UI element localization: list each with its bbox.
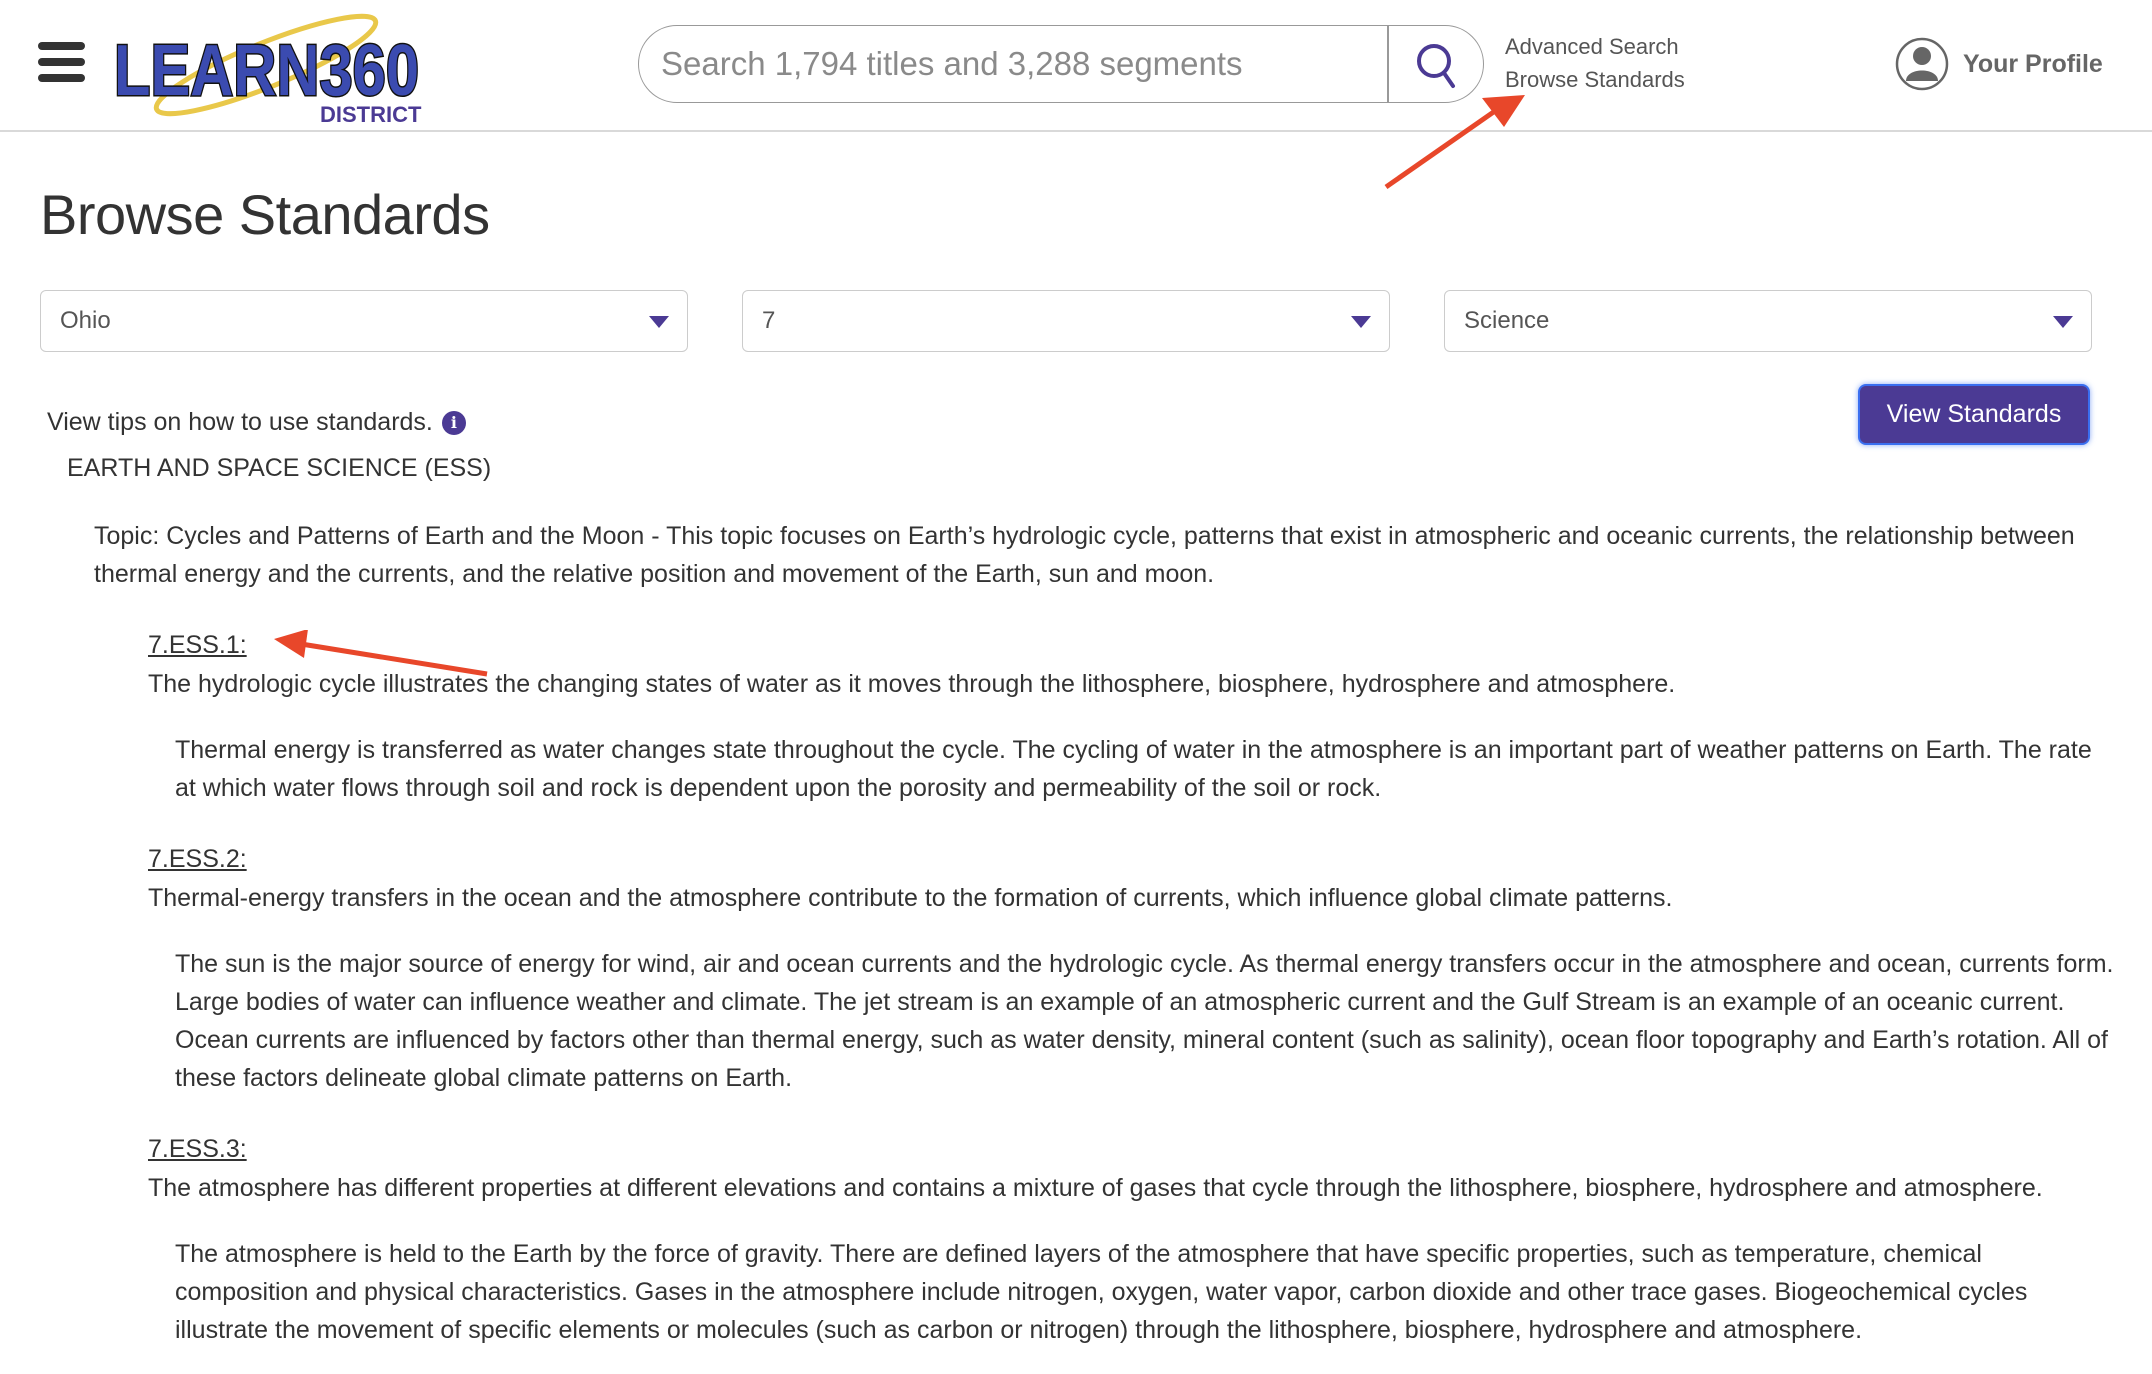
search-input[interactable]	[659, 34, 1323, 94]
strand-heading: EARTH AND SPACE SCIENCE (ESS)	[67, 454, 492, 482]
standard-elaboration: The atmosphere is held to the Earth by t…	[175, 1240, 2028, 1344]
standard-statement: Thermal-energy transfers in the ocean an…	[148, 884, 1673, 912]
search-bar	[638, 25, 1484, 103]
standard-statement: The hydrologic cycle illustrates the cha…	[148, 670, 1676, 698]
standard-code-link[interactable]: 7.ESS.3:	[148, 1130, 247, 1168]
state-select-value: Ohio	[60, 307, 111, 334]
header-links: Advanced Search Browse Standards	[1505, 30, 1685, 96]
advanced-search-link[interactable]: Advanced Search	[1505, 30, 1685, 63]
logo-subtext: DISTRICT	[320, 102, 422, 127]
learn360-logo[interactable]: LEARN360 DISTRICT	[108, 10, 428, 128]
standard-elaboration: Thermal energy is transferred as water c…	[175, 736, 2092, 802]
subject-select-value: Science	[1464, 307, 1550, 334]
standard-item: 7.ESS.2: Thermal-energy transfers in the…	[148, 840, 2128, 1097]
info-icon[interactable]: i	[441, 410, 466, 435]
logo-text: LEARN360	[114, 31, 419, 111]
chevron-down-icon	[2053, 316, 2073, 328]
standard-elaboration: The sun is the major source of energy fo…	[175, 950, 2114, 1092]
grade-select[interactable]: 7	[742, 290, 1390, 352]
standard-code-link[interactable]: 7.ESS.1:	[148, 626, 247, 664]
standard-statement: The atmosphere has different properties …	[148, 1174, 2043, 1202]
subject-select[interactable]: Science	[1444, 290, 2092, 352]
tips-link[interactable]: View tips on how to use standards. i	[47, 408, 466, 437]
browse-standards-link[interactable]: Browse Standards	[1505, 63, 1685, 96]
profile-button[interactable]: Your Profile	[1895, 37, 2103, 91]
standard-item: 7.ESS.1: The hydrologic cycle illustrate…	[148, 626, 2128, 807]
view-standards-button[interactable]: View Standards	[1860, 386, 2088, 443]
state-select[interactable]: Ohio	[40, 290, 688, 352]
topic-description: Topic: Cycles and Patterns of Earth and …	[94, 522, 2075, 588]
standard-code-link[interactable]: 7.ESS.2:	[148, 840, 247, 878]
hamburger-menu-icon[interactable]	[38, 42, 86, 82]
search-icon	[1417, 44, 1455, 88]
grade-select-value: 7	[762, 307, 776, 334]
top-header: LEARN360 DISTRICT Advanced Search Browse…	[0, 0, 2152, 132]
tips-text: View tips on how to use standards.	[47, 408, 433, 436]
chevron-down-icon	[1351, 316, 1371, 328]
standard-item: 7.ESS.3: The atmosphere has different pr…	[148, 1130, 2128, 1349]
chevron-down-icon	[649, 316, 669, 328]
user-avatar-icon	[1895, 37, 1949, 91]
profile-label: Your Profile	[1963, 49, 2103, 78]
page-title: Browse Standards	[40, 183, 490, 246]
search-button[interactable]	[1389, 26, 1483, 102]
